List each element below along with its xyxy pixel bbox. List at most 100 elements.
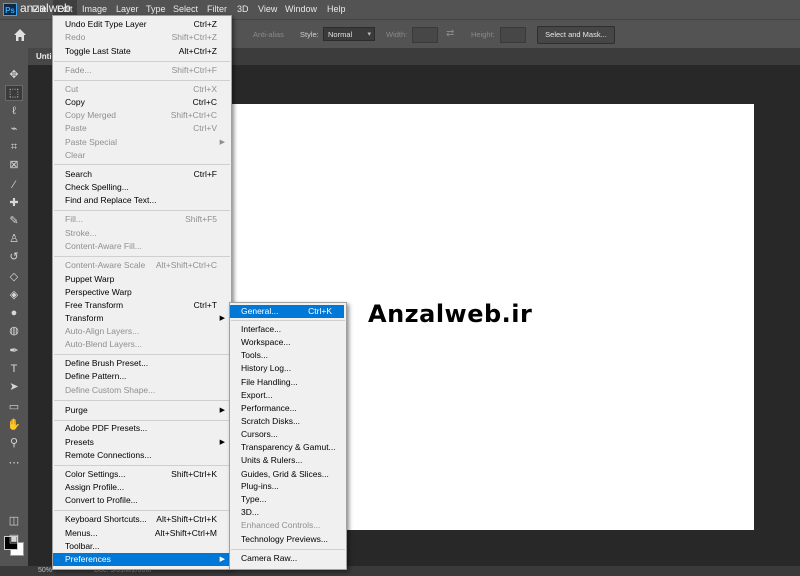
menu-item-fade[interactable]: Fade... Shift+Ctrl+F [53,64,229,77]
menu-item-assign-profile[interactable]: Assign Profile... [53,481,229,494]
width-field[interactable] [412,27,438,43]
submenu-item-technology-previews[interactable]: Technology Previews... [230,533,344,546]
menu-item-cut[interactable]: Cut Ctrl+X [53,83,229,96]
menu-item-define-pattern[interactable]: Define Pattern... [53,370,229,383]
rectangle-tool-icon[interactable]: ▭ [6,400,22,414]
menu-item-auto-align-layers[interactable]: Auto-Align Layers... [53,325,229,338]
menu-item-menus[interactable]: Menus... Alt+Shift+Ctrl+M [53,527,229,540]
zoom-level[interactable]: 50% [38,566,52,576]
menu-item-keyboard-shortcuts[interactable]: Keyboard Shortcuts... Alt+Shift+Ctrl+K [53,513,229,526]
submenu-item-tools[interactable]: Tools... [230,349,344,362]
more-tools-icon[interactable]: ⋯ [6,456,22,470]
crop-tool-icon[interactable]: ⌗ [6,140,22,154]
path-select-icon[interactable]: ➤ [6,380,22,394]
menu-view[interactable]: View [254,0,281,19]
menu-item-find-replace[interactable]: Find and Replace Text... [53,194,229,207]
pen-tool-icon[interactable]: ✒ [6,344,22,358]
menu-item-paste-special[interactable]: Paste Special ▶ [53,136,229,149]
style-dropdown[interactable]: Normal ▾ [323,27,375,41]
menu-item-auto-blend-layers[interactable]: Auto-Blend Layers... [53,338,229,351]
submenu-item-scratch-disks[interactable]: Scratch Disks... [230,415,344,428]
screen-mode-icon[interactable]: ▣ [6,532,22,546]
gradient-tool-icon[interactable]: ◈ [6,288,22,302]
menu-item-redo[interactable]: Redo Shift+Ctrl+Z [53,31,229,44]
history-brush-icon[interactable]: ↺ [6,250,22,264]
menu-item-define-brush-preset[interactable]: Define Brush Preset... [53,357,229,370]
submenu-item-workspace[interactable]: Workspace... [230,336,344,349]
menu-item-search[interactable]: Search Ctrl+F [53,168,229,181]
menu-3d[interactable]: 3D [233,0,253,19]
submenu-item-general[interactable]: General... Ctrl+K [230,305,344,318]
submenu-item-plug-ins[interactable]: Plug-ins... [230,480,344,493]
eraser-tool-icon[interactable]: ◇ [6,270,22,284]
hand-tool-icon[interactable]: ✋ [6,418,22,432]
submenu-item-interface[interactable]: Interface... [230,323,344,336]
clone-stamp-icon[interactable]: ♙ [6,232,22,246]
menu-help[interactable]: Help [323,0,350,19]
menu-item-copy[interactable]: Copy Ctrl+C [53,96,229,109]
submenu-item-file-handling[interactable]: File Handling... [230,376,344,389]
menu-item-undo[interactable]: Undo Edit Type Layer Ctrl+Z [53,18,229,31]
menu-item-toggle-last-state[interactable]: Toggle Last State Alt+Ctrl+Z [53,45,229,58]
submenu-item-camera-raw[interactable]: Camera Raw... [230,552,344,565]
brush-tool-icon[interactable]: ✎ [6,214,22,228]
eyedropper-tool-icon[interactable]: ⁄ [6,178,22,192]
submenu-item-transparency-gamut[interactable]: Transparency & Gamut... [230,441,344,454]
menu-item-perspective-warp[interactable]: Perspective Warp [53,286,229,299]
swap-icon[interactable]: ⇄ [446,28,454,39]
submenu-arrow-icon: ▶ [219,439,225,446]
menu-item-define-custom-shape[interactable]: Define Custom Shape... [53,384,229,397]
submenu-item-3d[interactable]: 3D... [230,506,344,519]
menu-item-check-spelling[interactable]: Check Spelling... [53,181,229,194]
menu-window[interactable]: Window [281,0,321,19]
menu-item-puppet-warp[interactable]: Puppet Warp [53,273,229,286]
zoom-tool-icon[interactable]: ⚲ [6,436,22,450]
menu-separator [54,80,230,81]
move-tool-icon[interactable]: ✥ [6,68,22,82]
marquee-tool-icon[interactable]: ⬚ [5,85,23,101]
menu-item-fill[interactable]: Fill... Shift+F5 [53,213,229,226]
menu-item-color-settings[interactable]: Color Settings... Shift+Ctrl+K [53,468,229,481]
menu-item-content-aware-fill[interactable]: Content-Aware Fill... [53,240,229,253]
submenu-arrow-icon: ▶ [219,556,225,563]
menu-item-copy-merged[interactable]: Copy Merged Shift+Ctrl+C [53,109,229,122]
lasso-tool-icon[interactable]: ℓ [6,104,22,118]
edit-menu-dropdown: Undo Edit Type Layer Ctrl+Z Redo Shift+Ctr… [52,15,232,570]
menu-separator [54,465,230,466]
height-field[interactable] [500,27,526,43]
submenu-item-performance[interactable]: Performance... [230,402,344,415]
submenu-item-units-rulers[interactable]: Units & Rulers... [230,454,344,467]
home-icon[interactable] [12,27,28,43]
healing-brush-icon[interactable]: ✚ [6,196,22,210]
canvas-text-layer[interactable]: Anzalweb.ir [368,300,532,328]
menu-item-content-aware-scale[interactable]: Content-Aware Scale Alt+Shift+Ctrl+C [53,259,229,272]
quick-select-tool-icon[interactable]: ⌁ [6,122,22,136]
menu-item-remote-connections[interactable]: Remote Connections... [53,449,229,462]
submenu-item-cursors[interactable]: Cursors... [230,428,344,441]
menu-item-paste[interactable]: Paste Ctrl+V [53,122,229,135]
submenu-item-history-log[interactable]: History Log... [230,362,344,375]
menu-item-purge[interactable]: Purge ▶ [53,404,229,417]
menu-item-adobe-pdf-presets[interactable]: Adobe PDF Presets... [53,422,229,435]
menu-item-presets[interactable]: Presets ▶ [53,436,229,449]
menu-item-transform[interactable]: Transform ▶ [53,312,229,325]
frame-tool-icon[interactable]: ⊠ [6,158,22,172]
submenu-item-enhanced-controls[interactable]: Enhanced Controls... [230,519,344,532]
menu-item-clear[interactable]: Clear [53,149,229,162]
menu-item-convert-to-profile[interactable]: Convert to Profile... [53,494,229,507]
type-tool-icon[interactable]: T [6,362,22,376]
dodge-tool-icon[interactable]: ◍ [6,324,22,338]
blur-tool-icon[interactable]: ● [6,306,22,320]
chevron-down-icon: ▾ [367,31,371,38]
submenu-item-export[interactable]: Export... [230,389,344,402]
menu-item-preferences[interactable]: Preferences ▶ [53,553,229,566]
photoshop-logo-icon: Ps [3,3,17,16]
quick-mask-icon[interactable]: ◫ [6,514,22,528]
menu-item-free-transform[interactable]: Free Transform Ctrl+T [53,299,229,312]
menu-item-toolbar[interactable]: Toolbar... [53,540,229,553]
submenu-item-type[interactable]: Type... [230,493,344,506]
menu-separator [231,549,345,550]
anti-alias-label[interactable]: Anti-alias [253,30,284,39]
select-and-mask-button[interactable]: Select and Mask... [537,26,615,44]
menu-item-stroke[interactable]: Stroke... [53,227,229,240]
